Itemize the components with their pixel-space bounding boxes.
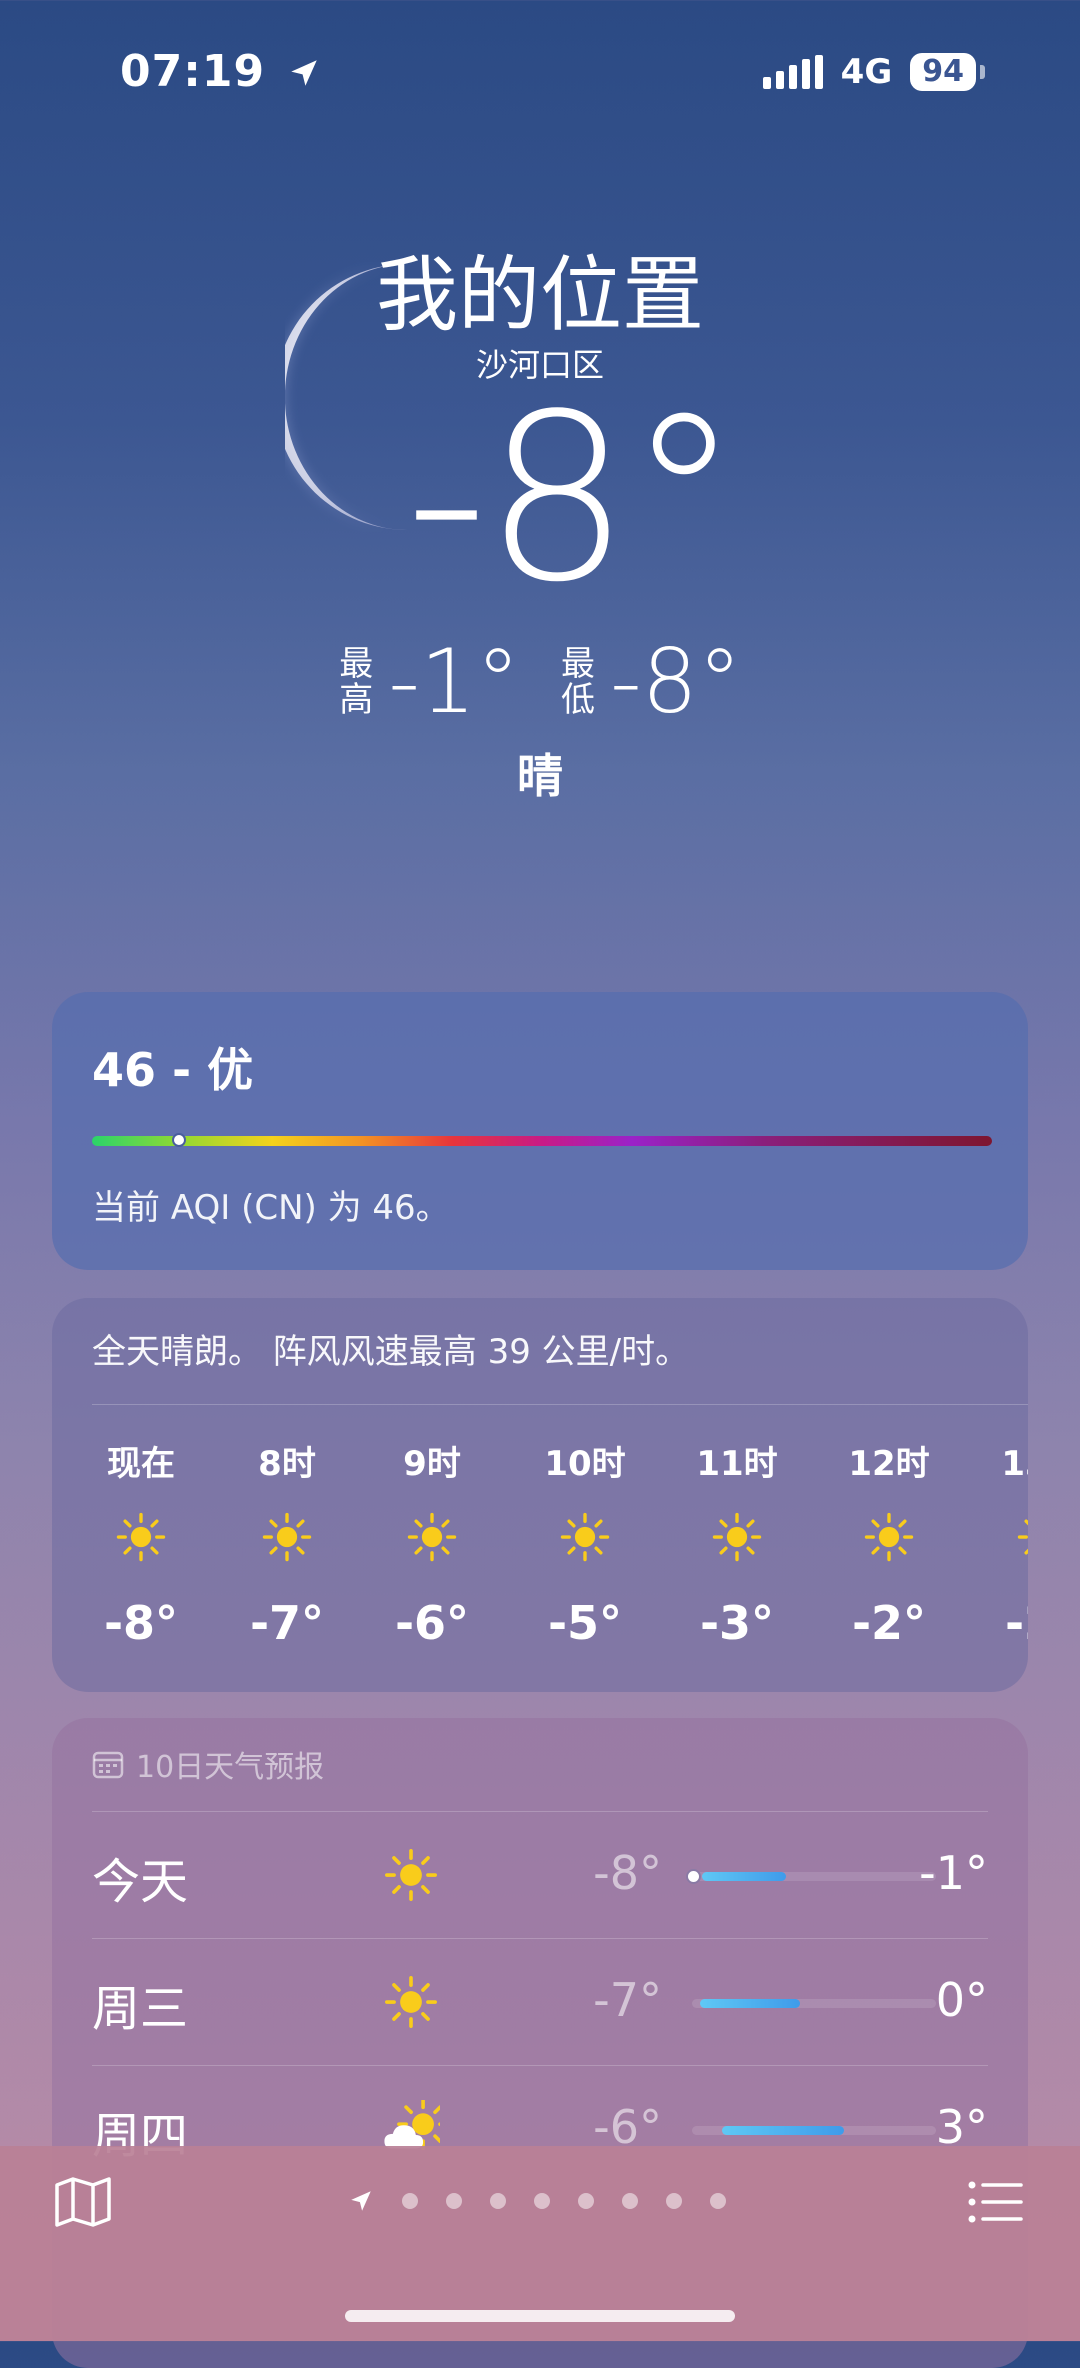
page-dot[interactable] — [402, 2193, 418, 2209]
hour-temp: -2° — [1004, 1596, 1028, 1650]
location-arrow-icon — [291, 60, 318, 86]
condition-text: 晴 — [517, 749, 563, 803]
page-dot[interactable] — [446, 2193, 462, 2209]
hour-temp: -8° — [103, 1596, 179, 1650]
page-dot[interactable] — [490, 2193, 506, 2209]
sun-icon — [560, 1512, 610, 1562]
aqi-card[interactable]: 46 - 优 当前 AQI (CN) 为 46。 — [52, 992, 1028, 1270]
location-title: 我的位置 — [375, 248, 704, 343]
battery-tip — [980, 65, 985, 79]
network-type: 4G — [840, 52, 893, 92]
forecast-high: -1° — [919, 1846, 988, 1900]
hourly-summary: 全天晴朗。 阵风风速最高 39 公里/时。 — [92, 1332, 690, 1372]
hour-label: 9时 — [403, 1444, 461, 1484]
location-arrow-icon[interactable] — [348, 2188, 374, 2214]
page-dot[interactable] — [666, 2193, 682, 2209]
hour-label: 12时 — [848, 1444, 930, 1484]
hour-label: 10时 — [544, 1444, 626, 1484]
sun-icon — [262, 1512, 312, 1562]
temp-range-fill — [702, 1872, 786, 1881]
list-icon[interactable] — [968, 2180, 1024, 2224]
hourly-forecast-card[interactable]: 全天晴朗。 阵风风速最高 39 公里/时。 现在 -8° 8时 -7° 9时 -… — [52, 1298, 1028, 1692]
sun-icon — [407, 1512, 457, 1562]
temp-range-bar — [692, 2126, 936, 2135]
forecast-day: 今天 — [92, 1854, 189, 1910]
forecast-title: 10日天气预报 — [136, 1750, 325, 1785]
temp-range-fill — [700, 1999, 800, 2008]
page-dot[interactable] — [622, 2193, 638, 2209]
high-label: 最高 — [339, 643, 374, 720]
current-temperature: -8° — [405, 366, 741, 633]
hour-label: 8时 — [258, 1444, 316, 1484]
signal-icon — [762, 55, 823, 89]
map-icon[interactable] — [54, 2176, 112, 2228]
low-value: -8° — [610, 630, 742, 733]
high-value: -1° — [388, 630, 520, 733]
aqi-indicator — [172, 1133, 186, 1147]
sun-icon — [385, 1976, 437, 2028]
aqi-scale-bar — [92, 1133, 992, 1147]
calendar-icon — [92, 1751, 124, 1779]
forecast-row[interactable]: 今天 -8° -1° — [92, 1811, 988, 1939]
sun-icon — [864, 1512, 914, 1562]
hour-label: 现在 — [107, 1444, 175, 1484]
hour-temp: -5° — [547, 1596, 623, 1650]
aqi-description: 当前 AQI (CN) 为 46。 — [92, 1188, 450, 1228]
temp-range-bar — [692, 1999, 936, 2008]
time-text: 07:19 — [120, 46, 266, 97]
hour-temp: -6° — [394, 1596, 470, 1650]
aqi-value: 46 - 优 — [92, 1043, 254, 1097]
status-indicators: 4G 94 — [762, 52, 985, 92]
forecast-low: -7° — [593, 1973, 662, 2027]
status-time: 07:19 — [120, 46, 321, 97]
hour-label: 11时 — [696, 1444, 778, 1484]
hour-label: 13时 — [1001, 1444, 1028, 1484]
hour-temp: -3° — [699, 1596, 775, 1650]
temp-range-fill — [722, 2126, 844, 2135]
high-low: 最高 -1° 最低 -8° — [0, 630, 1080, 733]
forecast-high: 0° — [935, 1973, 988, 2027]
hourly-scroll[interactable]: 现在 -8° 8时 -7° 9时 -6° 10时 -5° 11时 -3° 12时… — [52, 1424, 1028, 1684]
low-label: 最低 — [561, 643, 595, 720]
sun-icon — [712, 1512, 762, 1562]
forecast-low: -8° — [593, 1846, 662, 1900]
hour-temp: -7° — [249, 1596, 325, 1650]
page-indicator[interactable] — [348, 2188, 726, 2214]
page-dot[interactable] — [578, 2193, 594, 2209]
divider — [92, 1404, 1028, 1405]
sun-icon — [385, 1849, 437, 1901]
forecast-day: 周三 — [92, 1981, 189, 2037]
bottom-toolbar — [0, 2146, 1080, 2341]
page-dot[interactable] — [710, 2193, 726, 2209]
temp-range-bar — [686, 1869, 936, 1884]
sun-icon — [116, 1512, 166, 1562]
forecast-header: 10日天气预报 — [92, 1742, 324, 1786]
sun-icon — [1017, 1512, 1028, 1562]
forecast-row[interactable]: 周三 -7° 0° — [92, 1938, 988, 2066]
battery-icon: 94 — [910, 53, 976, 91]
hour-temp: -2° — [851, 1596, 927, 1650]
page-dot[interactable] — [534, 2193, 550, 2209]
home-indicator[interactable] — [345, 2310, 735, 2322]
current-temp-dot — [686, 1869, 701, 1884]
